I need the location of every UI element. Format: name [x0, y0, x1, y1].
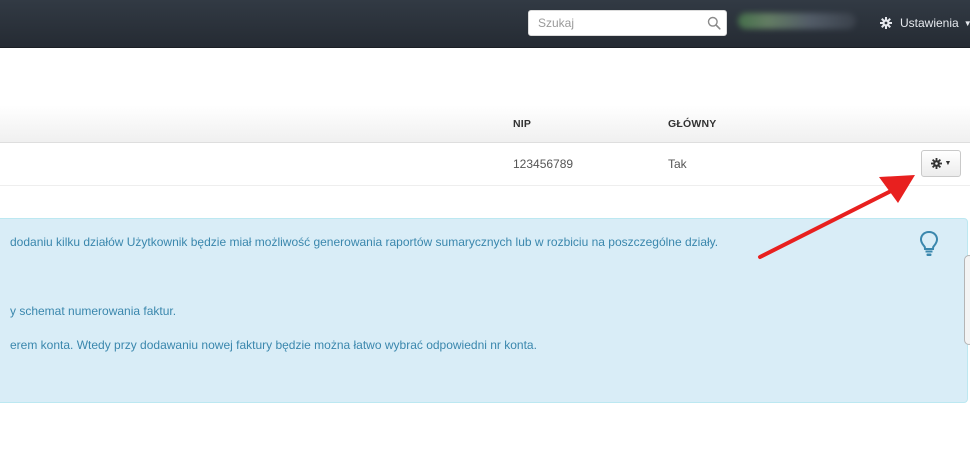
user-account-blurred[interactable] [738, 13, 856, 29]
gear-icon [880, 17, 892, 29]
cell-main: Tak [668, 157, 687, 171]
column-header-main[interactable]: GŁÓWNY [668, 118, 716, 130]
chevron-down-icon: ▼ [963, 18, 970, 28]
table-header: NIP GŁÓWNY [0, 105, 970, 143]
chevron-down-icon: ▼ [944, 160, 952, 167]
side-scroll-handle[interactable] [964, 255, 970, 345]
settings-menu[interactable]: Ustawienia ▼ [880, 14, 970, 32]
search-box[interactable] [528, 10, 727, 36]
row-actions-button[interactable]: ▼ [921, 150, 961, 177]
search-icon[interactable] [707, 16, 721, 30]
gear-icon [930, 158, 942, 169]
info-line-2: y schemat numerowania faktur. [10, 304, 177, 318]
info-line-1: dodaniu kilku działów Użytkownik będzie … [10, 235, 719, 249]
search-input[interactable] [538, 15, 698, 31]
settings-label: Ustawienia [900, 16, 959, 30]
lightbulb-icon [919, 230, 939, 256]
column-header-nip[interactable]: NIP [513, 118, 531, 130]
cell-nip: 123456789 [513, 157, 574, 171]
top-navbar: Ustawienia ▼ [0, 0, 970, 48]
table-row: 123456789 Tak [0, 143, 970, 186]
info-line-3: erem konta. Wtedy przy dodawaniu nowej f… [10, 338, 537, 352]
